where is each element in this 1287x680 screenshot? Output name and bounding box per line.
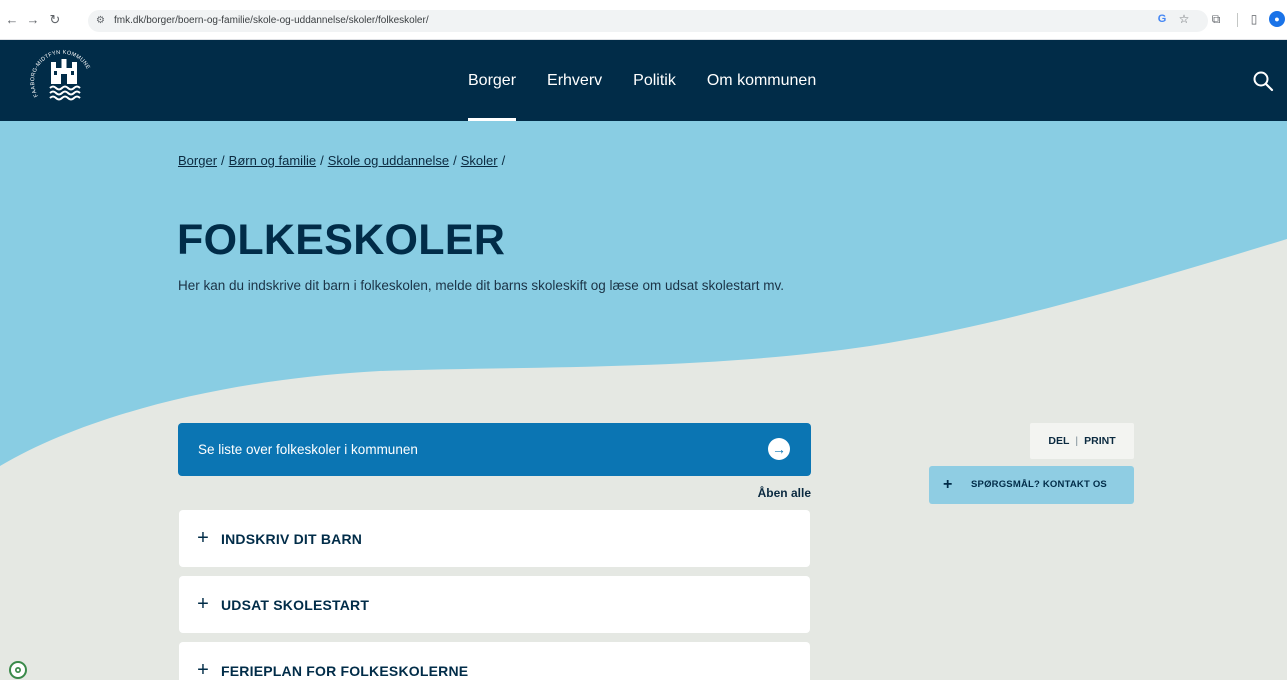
browser-toolbar: ← → ↻ ⚙ fmk.dk/borger/boern-og-familie/s…	[0, 0, 1287, 40]
toolbar-divider	[1237, 13, 1238, 27]
main-navigation: Borger Erhverv Politik Om kommunen	[468, 40, 847, 121]
accordion-title: INDSKRIV DIT BARN	[221, 531, 363, 547]
breadcrumb-skole-og-uddannelse[interactable]: Skole og uddannelse	[328, 153, 449, 168]
arrow-right-icon: →	[768, 438, 790, 460]
accordion-item-udsat-skolestart[interactable]: + UDSAT SKOLESTART	[179, 576, 810, 633]
forward-arrow-icon[interactable]: →	[25, 12, 41, 28]
page-intro: Her kan du indskrive dit barn i folkesko…	[178, 278, 785, 293]
page-title: FOLKESKOLER	[177, 216, 506, 264]
breadcrumb: Borger / Børn og familie / Skole og uddannel…	[178, 153, 506, 168]
share-button[interactable]: DEL	[1048, 435, 1069, 447]
contact-button-label: SPØRGSMÅL? KONTAKT OS	[971, 479, 1107, 490]
accordion-item-indskriv[interactable]: + INDSKRIV DIT BARN	[179, 510, 810, 567]
plus-icon: +	[197, 659, 209, 680]
profile-avatar-icon[interactable]: ●	[1269, 11, 1285, 27]
url-text[interactable]: fmk.dk/borger/boern-og-familie/skole-og-…	[114, 14, 429, 28]
nav-erhverv[interactable]: Erhverv	[547, 40, 602, 121]
site-settings-icon[interactable]: ⚙	[96, 13, 105, 29]
plus-icon: +	[943, 476, 953, 493]
print-button[interactable]: PRINT	[1084, 435, 1116, 447]
google-lens-icon[interactable]: G	[1154, 11, 1170, 27]
accordion-title: FERIEPLAN FOR FOLKESKOLERNE	[221, 663, 469, 679]
share-print-box: DEL | PRINT	[1030, 423, 1134, 459]
reload-icon[interactable]: ↻	[47, 12, 63, 28]
nav-borger[interactable]: Borger	[468, 40, 517, 121]
search-icon[interactable]	[1252, 70, 1274, 92]
plus-icon: +	[197, 593, 209, 615]
site-header: FAABORG-MIDTFYN KOMMUNE Borger Erhverv P…	[0, 40, 1287, 121]
accordion-item-ferieplan[interactable]: + FERIEPLAN FOR FOLKESKOLERNE	[179, 642, 810, 680]
side-panel-icon[interactable]: ▯	[1246, 11, 1262, 27]
plus-icon: +	[197, 527, 209, 549]
extensions-icon[interactable]: ⧉	[1208, 11, 1224, 27]
cookie-settings-icon[interactable]	[8, 660, 28, 680]
contact-button[interactable]: + SPØRGSMÅL? KONTAKT OS	[929, 466, 1134, 504]
address-bar[interactable]: ⚙ fmk.dk/borger/boern-og-familie/skole-o…	[88, 10, 1208, 32]
school-list-link-label: Se liste over folkeskoler i kommunen	[198, 442, 418, 457]
accordion-title: UDSAT SKOLESTART	[221, 597, 370, 613]
nav-politik[interactable]: Politik	[633, 40, 676, 121]
back-arrow-icon[interactable]: ←	[4, 12, 20, 28]
breadcrumb-born-og-familie[interactable]: Børn og familie	[229, 153, 316, 168]
breadcrumb-skoler[interactable]: Skoler	[461, 153, 498, 168]
breadcrumb-borger[interactable]: Borger	[178, 153, 217, 168]
open-all-button[interactable]: Åben alle	[740, 486, 811, 500]
divider: |	[1075, 435, 1079, 447]
nav-om-kommunen[interactable]: Om kommunen	[707, 40, 816, 121]
bookmark-star-icon[interactable]: ☆	[1176, 11, 1192, 27]
municipality-logo[interactable]: FAABORG-MIDTFYN KOMMUNE	[28, 46, 100, 112]
school-list-link[interactable]: Se liste over folkeskoler i kommunen →	[178, 423, 811, 476]
